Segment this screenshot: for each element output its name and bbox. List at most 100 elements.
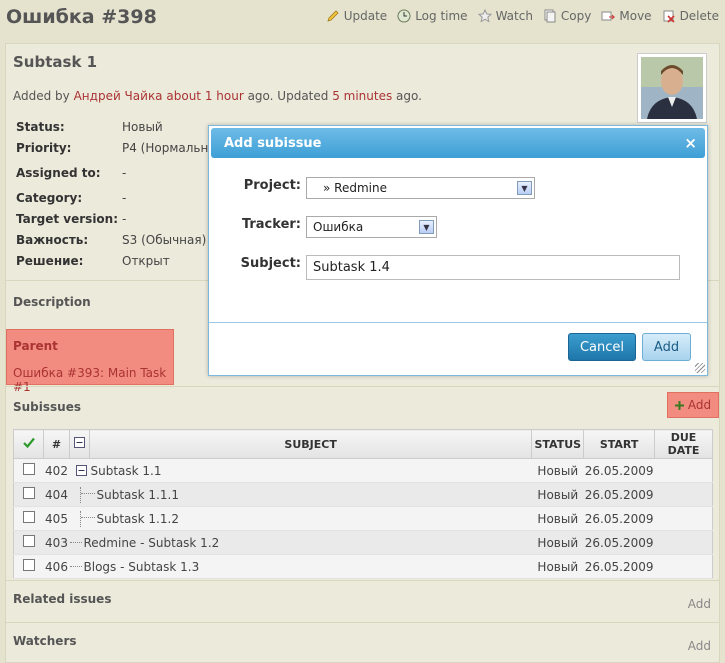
add-subissue-dialog: Add subissue × Project: » Redmine ▼ Trac… (208, 125, 708, 376)
project-label: Project: (243, 178, 301, 193)
row-due-date (654, 506, 713, 531)
row-checkbox[interactable] (23, 463, 35, 475)
issue-author-line: Added by Андрей Чайка about 1 hour ago. … (13, 89, 422, 103)
copy-icon (544, 9, 556, 23)
tracker-label: Tracker: (241, 217, 301, 232)
updated-ago-link[interactable]: 5 minutes (332, 89, 392, 103)
add-button[interactable]: Add (642, 333, 691, 361)
resize-handle-icon[interactable] (695, 363, 705, 373)
table-header-row: # SUBJECT STATUS START DUE DATE (13, 429, 713, 459)
watch-button[interactable]: Watch (477, 9, 533, 23)
plus-icon (674, 400, 684, 410)
delete-icon (663, 10, 675, 23)
move-icon (601, 11, 616, 21)
dialog-titlebar[interactable]: Add subissue × (211, 128, 705, 158)
subissue-link[interactable]: Blogs - Subtask 1.3 (84, 560, 200, 574)
parent-section: Parent Ошибка #393: Main Task #1 (6, 329, 174, 394)
subissues-label: Subissues (13, 400, 81, 414)
update-button[interactable]: Update (326, 9, 387, 23)
subissue-link[interactable]: Redmine - Subtask 1.2 (84, 536, 220, 550)
avatar (637, 53, 707, 123)
col-number: # (43, 429, 70, 459)
subject-input[interactable] (306, 255, 680, 280)
row-status: Новый (531, 506, 584, 531)
tracker-select[interactable]: Ошибка ▼ (306, 216, 437, 238)
log-time-button[interactable]: Log time (397, 9, 468, 23)
row-id: 404 (43, 482, 70, 507)
col-status: STATUS (531, 429, 585, 459)
pencil-icon (327, 10, 339, 22)
tree-line (69, 536, 82, 543)
added-by-text: Added by (13, 89, 74, 103)
created-ago-link[interactable]: about 1 hour (166, 89, 243, 103)
tracker-selected-value: Ошибка (313, 220, 364, 234)
row-due-date (654, 530, 713, 555)
issue-subject: Subtask 1 (13, 53, 98, 71)
row-id: 406 (43, 554, 70, 579)
subject-label: Subject: (240, 256, 301, 271)
add-related-issue-link[interactable]: Add (688, 597, 711, 611)
row-due-date (654, 458, 713, 483)
table-row[interactable]: 404 Subtask 1.1.1 Новый 26.05.2009 (13, 482, 713, 507)
add-watcher-link[interactable]: Add (688, 639, 711, 653)
col-due-date: DUE DATE (654, 429, 713, 459)
cancel-button[interactable]: Cancel (568, 333, 636, 361)
delete-button[interactable]: Delete (662, 9, 719, 23)
clock-icon (397, 9, 411, 23)
watchers-label: Watchers (13, 634, 77, 648)
row-start: 26.05.2009 (583, 554, 655, 579)
table-row[interactable]: 402 Subtask 1.1 Новый 26.05.2009 (13, 458, 713, 483)
tree-line (80, 487, 95, 494)
table-row[interactable]: 403 Redmine - Subtask 1.2 Новый 26.05.20… (13, 530, 713, 555)
subissue-link[interactable]: Subtask 1.1 (91, 464, 162, 478)
row-start: 26.05.2009 (583, 482, 655, 507)
updated-text: ago. Updated (243, 89, 333, 103)
move-button[interactable]: Move (601, 9, 652, 23)
subissue-link[interactable]: Subtask 1.1.2 (97, 512, 179, 526)
divider (6, 622, 719, 623)
row-start: 26.05.2009 (583, 458, 655, 483)
row-id: 403 (43, 530, 70, 555)
row-status: Новый (531, 458, 584, 483)
copy-button[interactable]: Copy (543, 9, 591, 23)
project-selected-value: » Redmine (323, 181, 387, 195)
dialog-title: Add subissue (224, 136, 322, 151)
row-checkbox[interactable] (23, 487, 35, 499)
row-status: Новый (531, 554, 584, 579)
divider (6, 580, 719, 581)
table-row[interactable]: 405 Subtask 1.1.2 Новый 26.05.2009 (13, 506, 713, 531)
close-icon[interactable]: × (684, 134, 697, 152)
collapse-icon[interactable] (75, 464, 87, 476)
row-start: 26.05.2009 (583, 530, 655, 555)
parent-label: Parent (13, 339, 58, 353)
select-all-header[interactable] (13, 429, 44, 459)
avatar-photo-icon (641, 57, 703, 119)
subissue-link[interactable]: Subtask 1.1.1 (97, 488, 179, 502)
dialog-divider (209, 322, 707, 323)
delete-label: Delete (679, 9, 719, 23)
watch-label: Watch (495, 9, 533, 23)
row-checkbox[interactable] (23, 535, 35, 547)
parent-issue-link[interactable]: Ошибка #393: Main Task #1 (13, 366, 173, 394)
page-title: Ошибка #398 (6, 6, 157, 28)
row-start: 26.05.2009 (583, 506, 655, 531)
add-subissue-button[interactable]: Add (667, 392, 719, 418)
move-label: Move (619, 9, 652, 23)
col-subject: SUBJECT (88, 429, 533, 459)
project-select[interactable]: » Redmine ▼ (306, 177, 535, 199)
row-due-date (654, 482, 713, 507)
description-label: Description (13, 295, 91, 309)
tree-line (80, 511, 95, 518)
log-time-label: Log time (415, 9, 468, 23)
table-row[interactable]: 406 Blogs - Subtask 1.3 Новый 26.05.2009 (13, 554, 713, 579)
divider (6, 386, 719, 387)
author-link[interactable]: Андрей Чайка (74, 89, 163, 103)
row-checkbox[interactable] (23, 511, 35, 523)
tree-line (69, 560, 82, 567)
star-icon (477, 9, 492, 23)
issue-toolbar: Update Log time Watch Copy Move Delete (326, 9, 719, 23)
row-status: Новый (531, 530, 584, 555)
row-checkbox[interactable] (23, 559, 35, 571)
collapse-all-header[interactable] (69, 429, 90, 459)
subissues-table: # SUBJECT STATUS START DUE DATE 402 Subt… (13, 429, 713, 579)
